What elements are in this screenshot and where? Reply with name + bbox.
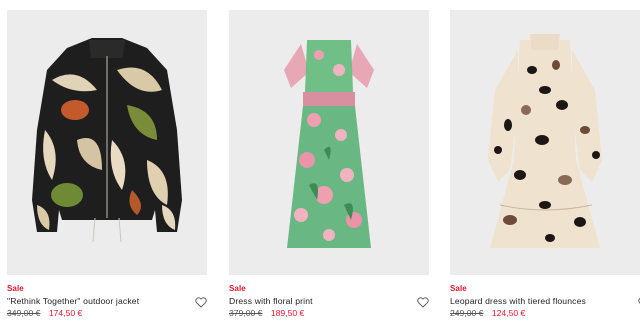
heart-outline-icon[interactable] <box>195 295 207 308</box>
product-image-leopard-dress[interactable] <box>450 10 640 275</box>
product-card[interactable]: Sale Dress with floral print 379,00 € 18… <box>229 10 429 333</box>
old-price: 249,00 € <box>450 308 484 318</box>
product-name[interactable]: Dress with floral print <box>229 296 313 306</box>
sale-price: 189,50 € <box>270 308 305 318</box>
product-grid: Sale "Rethink Together" outdoor jacket 3… <box>0 0 640 333</box>
sale-badge: Sale <box>450 284 467 293</box>
old-price: 349,00 € <box>7 308 41 318</box>
heart-outline-icon[interactable] <box>417 295 429 308</box>
price-row: 249,00 € 124,50 € <box>450 308 525 318</box>
sale-badge: Sale <box>229 284 246 293</box>
product-name[interactable]: Leopard dress with tiered flounces <box>450 296 586 306</box>
old-price: 379,00 € <box>229 308 263 318</box>
product-image-floral-dress[interactable] <box>229 10 429 275</box>
price-row: 349,00 € 174,50 € <box>7 308 82 318</box>
product-image-jacket[interactable] <box>7 10 207 275</box>
sale-badge: Sale <box>7 284 24 293</box>
product-card[interactable]: Sale Leopard dress with tiered flounces … <box>450 10 640 333</box>
sale-price: 124,50 € <box>491 308 526 318</box>
price-row: 379,00 € 189,50 € <box>229 308 304 318</box>
product-name[interactable]: "Rethink Together" outdoor jacket <box>7 296 139 306</box>
sale-price: 174,50 € <box>48 308 83 318</box>
product-card[interactable]: Sale "Rethink Together" outdoor jacket 3… <box>7 10 207 333</box>
